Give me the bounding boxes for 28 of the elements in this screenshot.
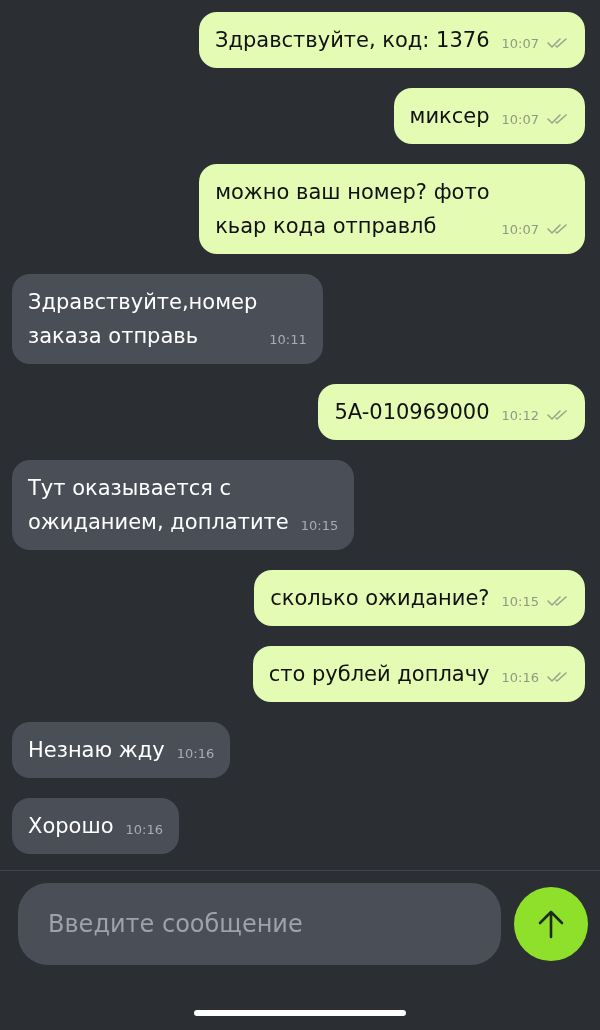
message-time: 10:07 <box>501 220 539 239</box>
message-text: Здравствуйте,номер заказа отправь <box>28 289 258 350</box>
message-time: 10:16 <box>176 744 215 763</box>
message-text: можно ваш номер? фото кьар кода отправлб <box>215 179 490 240</box>
double-check-icon <box>547 37 569 50</box>
message-time: 10:15 <box>501 592 539 611</box>
message-input[interactable]: Введите сообщение <box>18 883 501 965</box>
message-text: Здравствуйте, код: 1376 <box>215 27 490 54</box>
double-check-icon <box>547 595 569 608</box>
message-time: 10:15 <box>300 516 339 535</box>
message-time: 10:07 <box>501 34 539 53</box>
message-text: Незнаю жду <box>28 737 165 764</box>
message-time: 10:16 <box>501 668 539 687</box>
double-check-icon <box>547 409 569 422</box>
arrow-up-icon <box>537 909 565 939</box>
message-text: 5A-010969000 <box>334 399 490 426</box>
double-check-icon <box>547 113 569 126</box>
message-text: Хорошо <box>28 813 114 840</box>
message-text: Тут оказывается с ожиданием, доплатите <box>28 475 289 536</box>
double-check-icon <box>547 223 569 236</box>
message-text: миксер <box>409 103 490 130</box>
message-time: 10:16 <box>125 820 163 839</box>
message-time: 10:11 <box>269 330 307 349</box>
double-check-icon <box>547 671 569 684</box>
message-time: 10:12 <box>501 406 539 425</box>
message-text: сто рублей доплачу <box>268 661 490 688</box>
message-text: сколько ожидание? <box>270 585 490 612</box>
message-time: 10:07 <box>501 110 539 129</box>
